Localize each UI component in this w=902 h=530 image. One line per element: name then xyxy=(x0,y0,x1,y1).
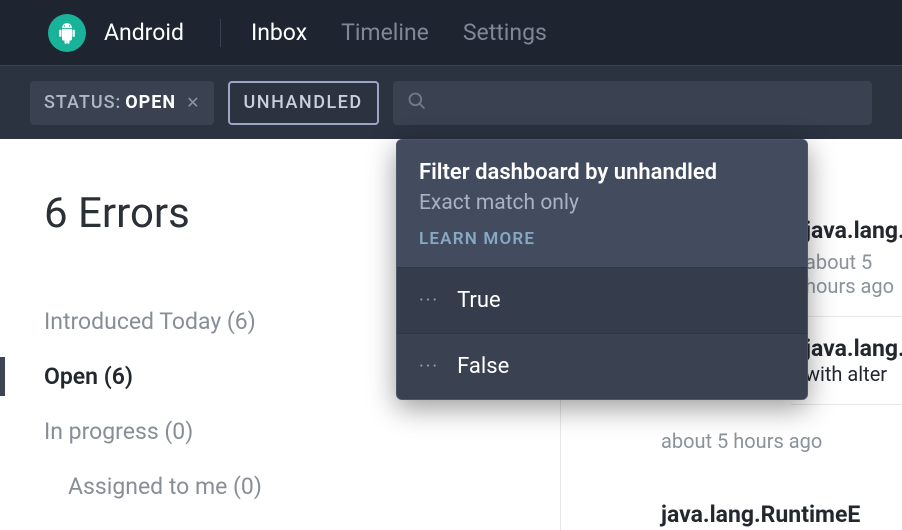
tab-settings[interactable]: Settings xyxy=(463,19,547,46)
search-input[interactable] xyxy=(437,92,858,113)
error-time: about 5 hours ago xyxy=(805,250,902,298)
error-subtitle: with alter xyxy=(805,362,902,386)
app-name: Android xyxy=(104,19,184,46)
error-time: about 5 hours ago xyxy=(661,429,902,453)
popover-header: Filter dashboard by unhandled Exact matc… xyxy=(397,140,807,267)
filter-assigned-to-me[interactable]: Assigned to me (0) xyxy=(44,459,560,514)
filter-popover: Filter dashboard by unhandled Exact matc… xyxy=(396,139,808,400)
android-icon xyxy=(48,14,86,52)
top-navigation: Android Inbox Timeline Settings xyxy=(0,0,902,65)
learn-more-link[interactable]: LEARN MORE xyxy=(419,229,785,249)
dots-icon: ··· xyxy=(419,290,439,311)
filter-in-progress[interactable]: In progress (0) xyxy=(44,404,560,459)
unhandled-filter-pill[interactable]: UNHANDLED xyxy=(228,81,379,125)
filter-bar: STATUS: OPEN ✕ UNHANDLED xyxy=(0,65,902,139)
tab-inbox[interactable]: Inbox xyxy=(251,19,307,46)
error-title: java.lang.RuntimeE xyxy=(805,217,902,244)
status-filter-pill[interactable]: STATUS: OPEN ✕ xyxy=(30,81,214,125)
error-title: java.lang.RuntimeE xyxy=(805,335,902,362)
error-row[interactable]: java.lang.RuntimeE xyxy=(561,471,902,530)
popover-subtitle: Exact match only xyxy=(419,191,785,215)
option-label: False xyxy=(457,354,509,379)
divider xyxy=(220,19,221,47)
dots-icon: ··· xyxy=(419,356,439,377)
brand: Android xyxy=(48,14,184,52)
option-label: True xyxy=(457,288,501,313)
status-label: STATUS: xyxy=(44,92,121,113)
status-value: OPEN xyxy=(125,92,176,113)
unhandled-label: UNHANDLED xyxy=(244,92,363,113)
tab-timeline[interactable]: Timeline xyxy=(341,19,429,46)
close-icon[interactable]: ✕ xyxy=(186,93,199,112)
search-icon xyxy=(407,91,427,115)
error-title: java.lang.RuntimeE xyxy=(661,501,902,528)
error-row[interactable]: about 5 hours ago xyxy=(561,405,902,471)
popover-title: Filter dashboard by unhandled xyxy=(419,160,785,185)
nav-tabs: Inbox Timeline Settings xyxy=(251,19,547,46)
filter-option-false[interactable]: ··· False xyxy=(397,333,807,399)
filter-option-true[interactable]: ··· True xyxy=(397,267,807,333)
search-box[interactable] xyxy=(393,81,872,125)
